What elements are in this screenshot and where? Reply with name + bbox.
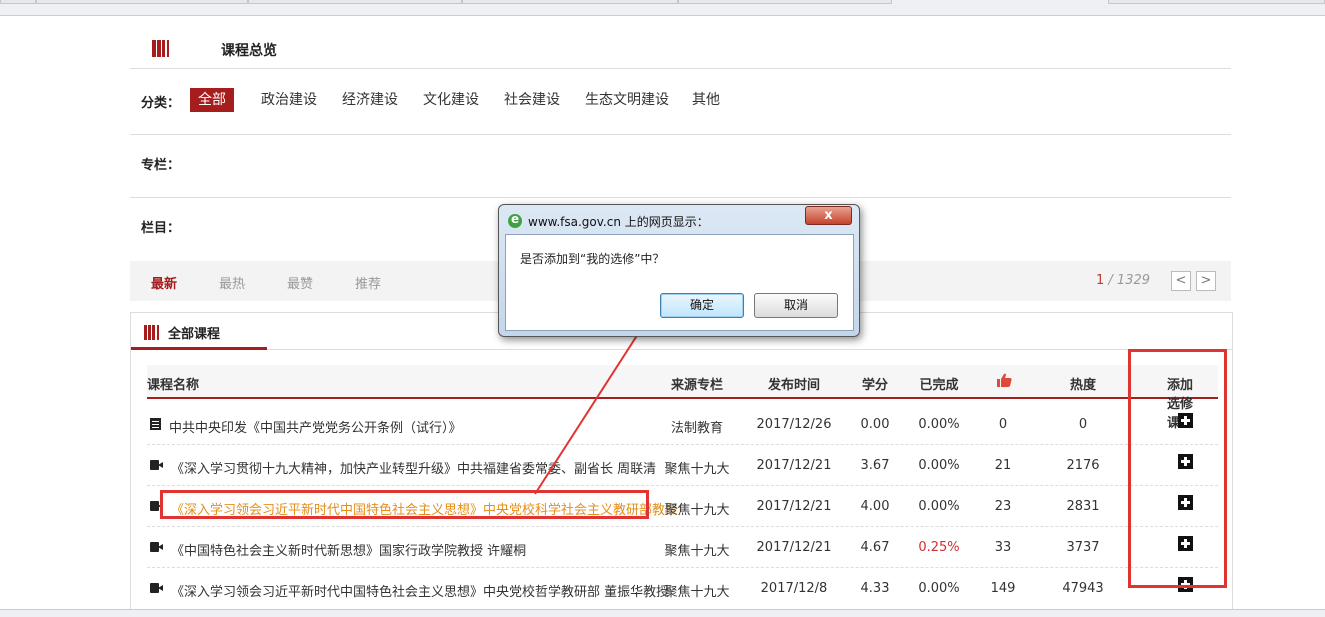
- dialog-message: 是否添加到“我的选修”中？: [520, 252, 665, 266]
- ok-button[interactable]: 确定: [660, 293, 744, 318]
- close-button[interactable]: x: [805, 206, 852, 225]
- dialog-title: www.fsa.gov.cn 上的网页显示：: [528, 215, 709, 229]
- confirm-dialog: www.fsa.gov.cn 上的网页显示： x 是否添加到“我的选修”中？ 确…: [498, 204, 860, 337]
- cancel-button[interactable]: 取消: [754, 293, 838, 318]
- ie-icon: [508, 212, 522, 228]
- dialog-body: 是否添加到“我的选修”中？ 确定 取消: [505, 234, 854, 331]
